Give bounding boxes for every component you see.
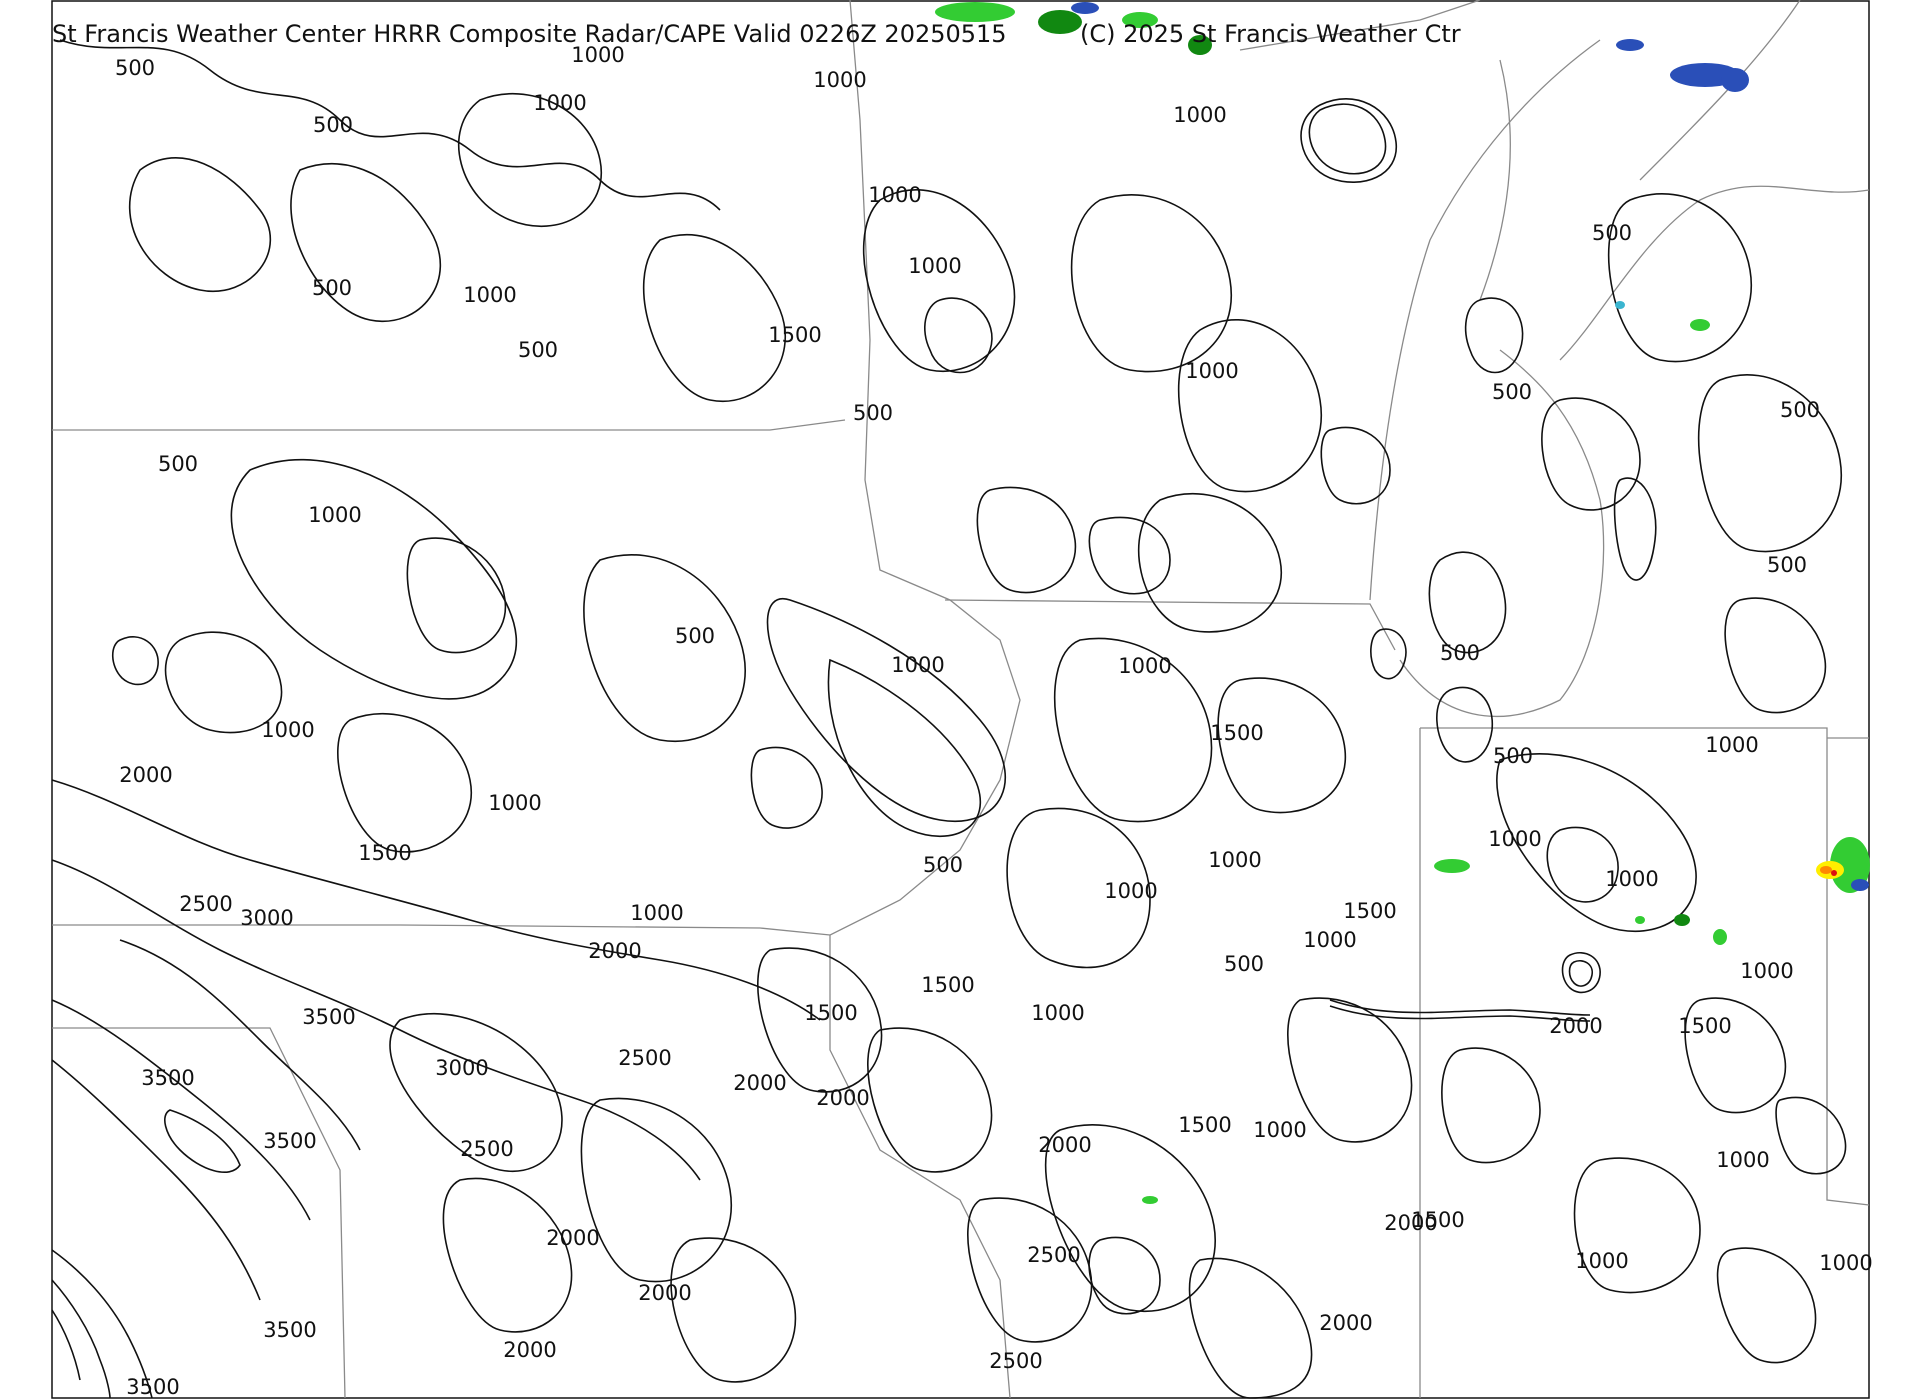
contour-label: 2000: [546, 1226, 599, 1250]
contour-label: 500: [115, 56, 155, 80]
radar-echo-oh-c: [1674, 914, 1690, 926]
contour-label: 1000: [868, 183, 921, 207]
contour-label: 2500: [460, 1137, 513, 1161]
contour-label: 2000: [733, 1071, 786, 1095]
contour-label: 2000: [119, 763, 172, 787]
radar-echo-north-a: [935, 2, 1015, 22]
radar-echo-mi-b: [1690, 319, 1710, 331]
contour-label: 500: [675, 624, 715, 648]
contour-label: 1000: [1575, 1249, 1628, 1273]
contour-label: 1000: [1253, 1118, 1306, 1142]
contour-label: 2000: [588, 939, 641, 963]
contour-label: 2500: [989, 1349, 1042, 1373]
contour-label: 1000: [630, 901, 683, 925]
contour-label: 1000: [1104, 879, 1157, 903]
contour-label: 500: [313, 113, 353, 137]
radar-echo-northeast-c: [1721, 68, 1749, 92]
radar-echo-oh-b: [1635, 916, 1645, 924]
contour-label: 1000: [908, 254, 961, 278]
contour-label: 1000: [1118, 654, 1171, 678]
contour-label: 1000: [891, 653, 944, 677]
map-title: St Francis Weather Center HRRR Composite…: [52, 20, 1007, 48]
contour-label: 2000: [503, 1338, 556, 1362]
contour-label: 1500: [358, 841, 411, 865]
contour-label: 2000: [816, 1086, 869, 1110]
contour-label: 500: [518, 338, 558, 362]
contour-label: 3500: [302, 1005, 355, 1029]
contour-label: 1000: [1716, 1148, 1769, 1172]
contour-label: 500: [1592, 221, 1632, 245]
contour-label: 1000: [1740, 959, 1793, 983]
contour-label: 500: [1493, 744, 1533, 768]
radar-echo-east-c: [1820, 866, 1832, 874]
contour-label: 1000: [1819, 1251, 1872, 1275]
radar-echo-south: [1142, 1196, 1158, 1204]
contour-label: 500: [1780, 398, 1820, 422]
contour-label: 2500: [1027, 1243, 1080, 1267]
contour-label: 3000: [435, 1056, 488, 1080]
contour-label: 1000: [488, 791, 541, 815]
radar-echo-east-d: [1831, 870, 1837, 876]
radar-echo-northeast-a: [1616, 39, 1644, 51]
contour-label: 1000: [308, 503, 361, 527]
contour-label: 3500: [141, 1066, 194, 1090]
contour-label: 500: [312, 276, 352, 300]
contour-label: 1000: [261, 718, 314, 742]
contour-label: 3000: [240, 906, 293, 930]
contour-label: 1000: [1031, 1001, 1084, 1025]
contour-label: 500: [1440, 641, 1480, 665]
contour-label: 1500: [921, 973, 974, 997]
radar-echo-north-b: [1038, 10, 1082, 34]
contour-label: 1500: [768, 323, 821, 347]
contour-label: 1000: [463, 283, 516, 307]
radar-echo-east-e: [1851, 879, 1869, 891]
contour-label: 2000: [1319, 1311, 1372, 1335]
contour-label: 2500: [618, 1046, 671, 1070]
contour-label: 1000: [1208, 848, 1261, 872]
contour-label: 3500: [263, 1318, 316, 1342]
radar-echo-oh-a: [1434, 859, 1470, 873]
contour-label: 500: [1767, 553, 1807, 577]
contour-label: 1500: [1411, 1208, 1464, 1232]
contour-label: 1500: [1343, 899, 1396, 923]
contour-label: 1000: [1488, 827, 1541, 851]
map-copyright: (C) 2025 St Francis Weather Ctr: [1080, 20, 1461, 48]
contour-label: 1000: [571, 43, 624, 67]
contour-label: 1500: [1678, 1014, 1731, 1038]
contour-label: 1000: [1705, 733, 1758, 757]
contour-label: 500: [923, 853, 963, 877]
contour-label: 1000: [1605, 867, 1658, 891]
contour-label: 500: [158, 452, 198, 476]
contour-label: 1500: [1178, 1113, 1231, 1137]
contour-label: 2500: [179, 892, 232, 916]
contour-label: 1500: [1210, 721, 1263, 745]
radar-echo-mi-a: [1615, 301, 1625, 309]
contour-label: 500: [853, 401, 893, 425]
contour-label: 1000: [813, 68, 866, 92]
contour-label: 500: [1224, 952, 1264, 976]
contour-label: 2000: [638, 1281, 691, 1305]
radar-echo-oh-d: [1713, 929, 1727, 945]
contour-label: 2000: [1549, 1014, 1602, 1038]
contour-label: 3500: [126, 1375, 179, 1399]
contour-label: 1500: [804, 1001, 857, 1025]
contour-label: 1000: [1303, 928, 1356, 952]
contour-label: 500: [1492, 380, 1532, 404]
radar-echo-north-e: [1071, 2, 1099, 14]
contour-label: 1000: [1185, 359, 1238, 383]
contour-label: 3500: [263, 1129, 316, 1153]
cape-contours: [51, 39, 1847, 1399]
radar-cape-map: St Francis Weather Center HRRR Composite…: [51, 0, 1873, 1399]
contour-label: 1000: [533, 91, 586, 115]
contour-label: 1000: [1173, 103, 1226, 127]
contour-label: 2000: [1038, 1133, 1091, 1157]
